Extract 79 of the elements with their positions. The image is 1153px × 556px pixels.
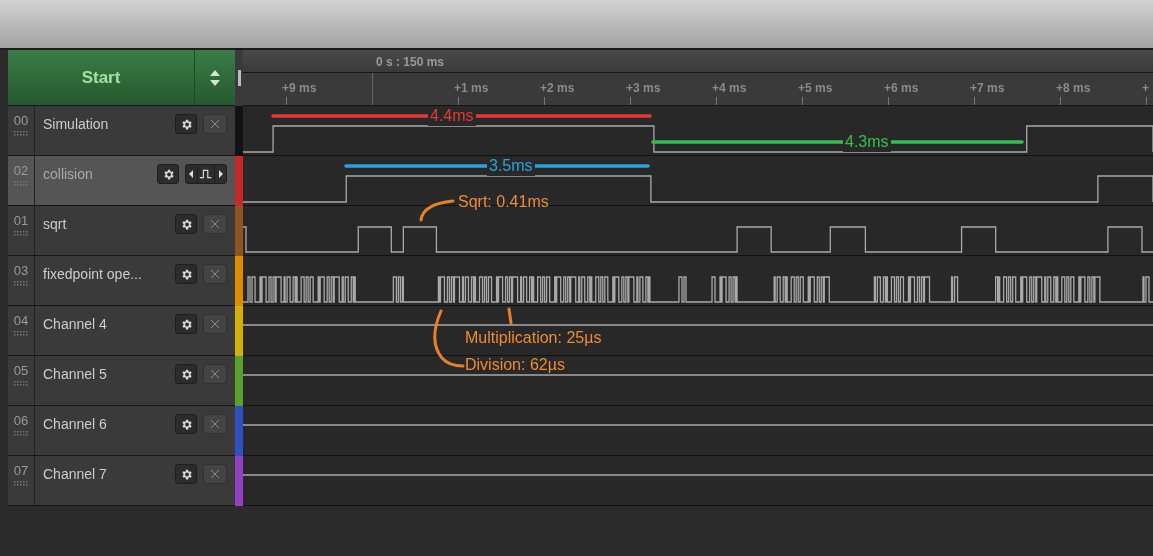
tick-label: +2 ms xyxy=(540,80,575,97)
close-icon xyxy=(210,319,220,329)
channel-name: Simulation xyxy=(43,115,109,134)
channel-name: Channel 6 xyxy=(43,415,107,434)
close-button[interactable] xyxy=(203,214,227,234)
settings-button[interactable] xyxy=(175,464,197,484)
channel-row[interactable]: 00 Simulation xyxy=(8,106,235,156)
measurement-label: 3.5ms xyxy=(487,156,535,176)
channel-number: 06 xyxy=(13,414,29,427)
channel-row[interactable]: 06 Channel 6 xyxy=(8,406,235,456)
settings-button[interactable] xyxy=(157,164,179,184)
channel-name: Channel 5 xyxy=(43,365,107,384)
drag-handle-icon[interactable] xyxy=(14,381,28,386)
trigger-selector[interactable] xyxy=(185,164,227,184)
drag-handle-icon[interactable] xyxy=(14,431,28,436)
callout-curve xyxy=(419,199,455,222)
channel-row[interactable]: 01 sqrt xyxy=(8,206,235,256)
drag-handle-icon[interactable] xyxy=(14,181,28,186)
annotation-text: Sqrt: 0.41ms xyxy=(458,192,549,212)
tick-label: +8 ms xyxy=(1056,80,1091,97)
close-icon xyxy=(210,369,220,379)
measurement-label: 4.4ms xyxy=(428,106,476,126)
settings-button[interactable] xyxy=(175,364,197,384)
channel-row[interactable]: 03 fixedpoint ope... xyxy=(8,256,235,306)
drag-handle-icon[interactable] xyxy=(14,331,28,336)
channel-number: 02 xyxy=(13,164,29,177)
drag-handle-icon[interactable] xyxy=(14,131,28,136)
channel-number: 05 xyxy=(13,364,29,377)
settings-button[interactable] xyxy=(175,414,197,434)
close-icon xyxy=(210,419,220,429)
close-button[interactable] xyxy=(203,364,227,384)
annotation-text: Division: 62µs xyxy=(465,355,565,375)
tick-label: +4 ms xyxy=(712,80,747,97)
scroll-arrows-button[interactable] xyxy=(195,50,235,105)
close-icon xyxy=(210,119,220,129)
channel-row[interactable]: 05 Channel 5 xyxy=(8,356,235,406)
tick-label: + xyxy=(1142,80,1149,97)
drag-handle-icon[interactable] xyxy=(14,481,28,486)
start-button[interactable]: Start xyxy=(8,50,195,105)
time-position-label: 0 s : 150 ms xyxy=(376,54,445,71)
tick-label: +7 ms xyxy=(970,80,1005,97)
channel-number: 00 xyxy=(13,114,29,127)
close-button[interactable] xyxy=(203,314,227,334)
channel-number: 01 xyxy=(13,214,29,227)
tick-label: +1 ms xyxy=(454,80,489,97)
channel-row[interactable]: 04 Channel 4 xyxy=(8,306,235,356)
channel-name: fixedpoint ope... xyxy=(43,265,142,284)
pulse-icon[interactable] xyxy=(197,165,215,183)
splitter-handle[interactable] xyxy=(237,70,241,86)
settings-button[interactable] xyxy=(175,314,197,334)
settings-button[interactable] xyxy=(175,214,197,234)
tick-label: +5 ms xyxy=(798,80,833,97)
close-icon xyxy=(210,469,220,479)
drag-handle-icon[interactable] xyxy=(14,231,28,236)
close-button[interactable] xyxy=(203,264,227,284)
close-button[interactable] xyxy=(203,114,227,134)
callout-curve xyxy=(433,309,465,368)
channel-name: Channel 7 xyxy=(43,465,107,484)
tick-label: +3 ms xyxy=(626,80,661,97)
settings-button[interactable] xyxy=(175,114,197,134)
close-button[interactable] xyxy=(203,464,227,484)
tick-label: +6 ms xyxy=(884,80,919,97)
channel-number: 03 xyxy=(13,264,29,277)
measurement-label: 4.3ms xyxy=(843,132,891,152)
channel-number: 04 xyxy=(13,314,29,327)
close-icon xyxy=(210,219,220,229)
drag-handle-icon[interactable] xyxy=(14,281,28,286)
channel-name: collision xyxy=(43,165,93,184)
annotation-text: Multiplication: 25µs xyxy=(465,328,602,348)
channel-row[interactable]: 07 Channel 7 xyxy=(8,456,235,506)
settings-button[interactable] xyxy=(175,264,197,284)
close-icon xyxy=(210,269,220,279)
tick-label: +9 ms xyxy=(282,80,317,97)
channel-name: sqrt xyxy=(43,215,67,234)
close-button[interactable] xyxy=(203,414,227,434)
channel-name: Channel 4 xyxy=(43,315,107,334)
channel-number: 07 xyxy=(13,464,29,477)
up-down-arrows-icon xyxy=(209,68,221,87)
callout-line xyxy=(507,307,513,325)
